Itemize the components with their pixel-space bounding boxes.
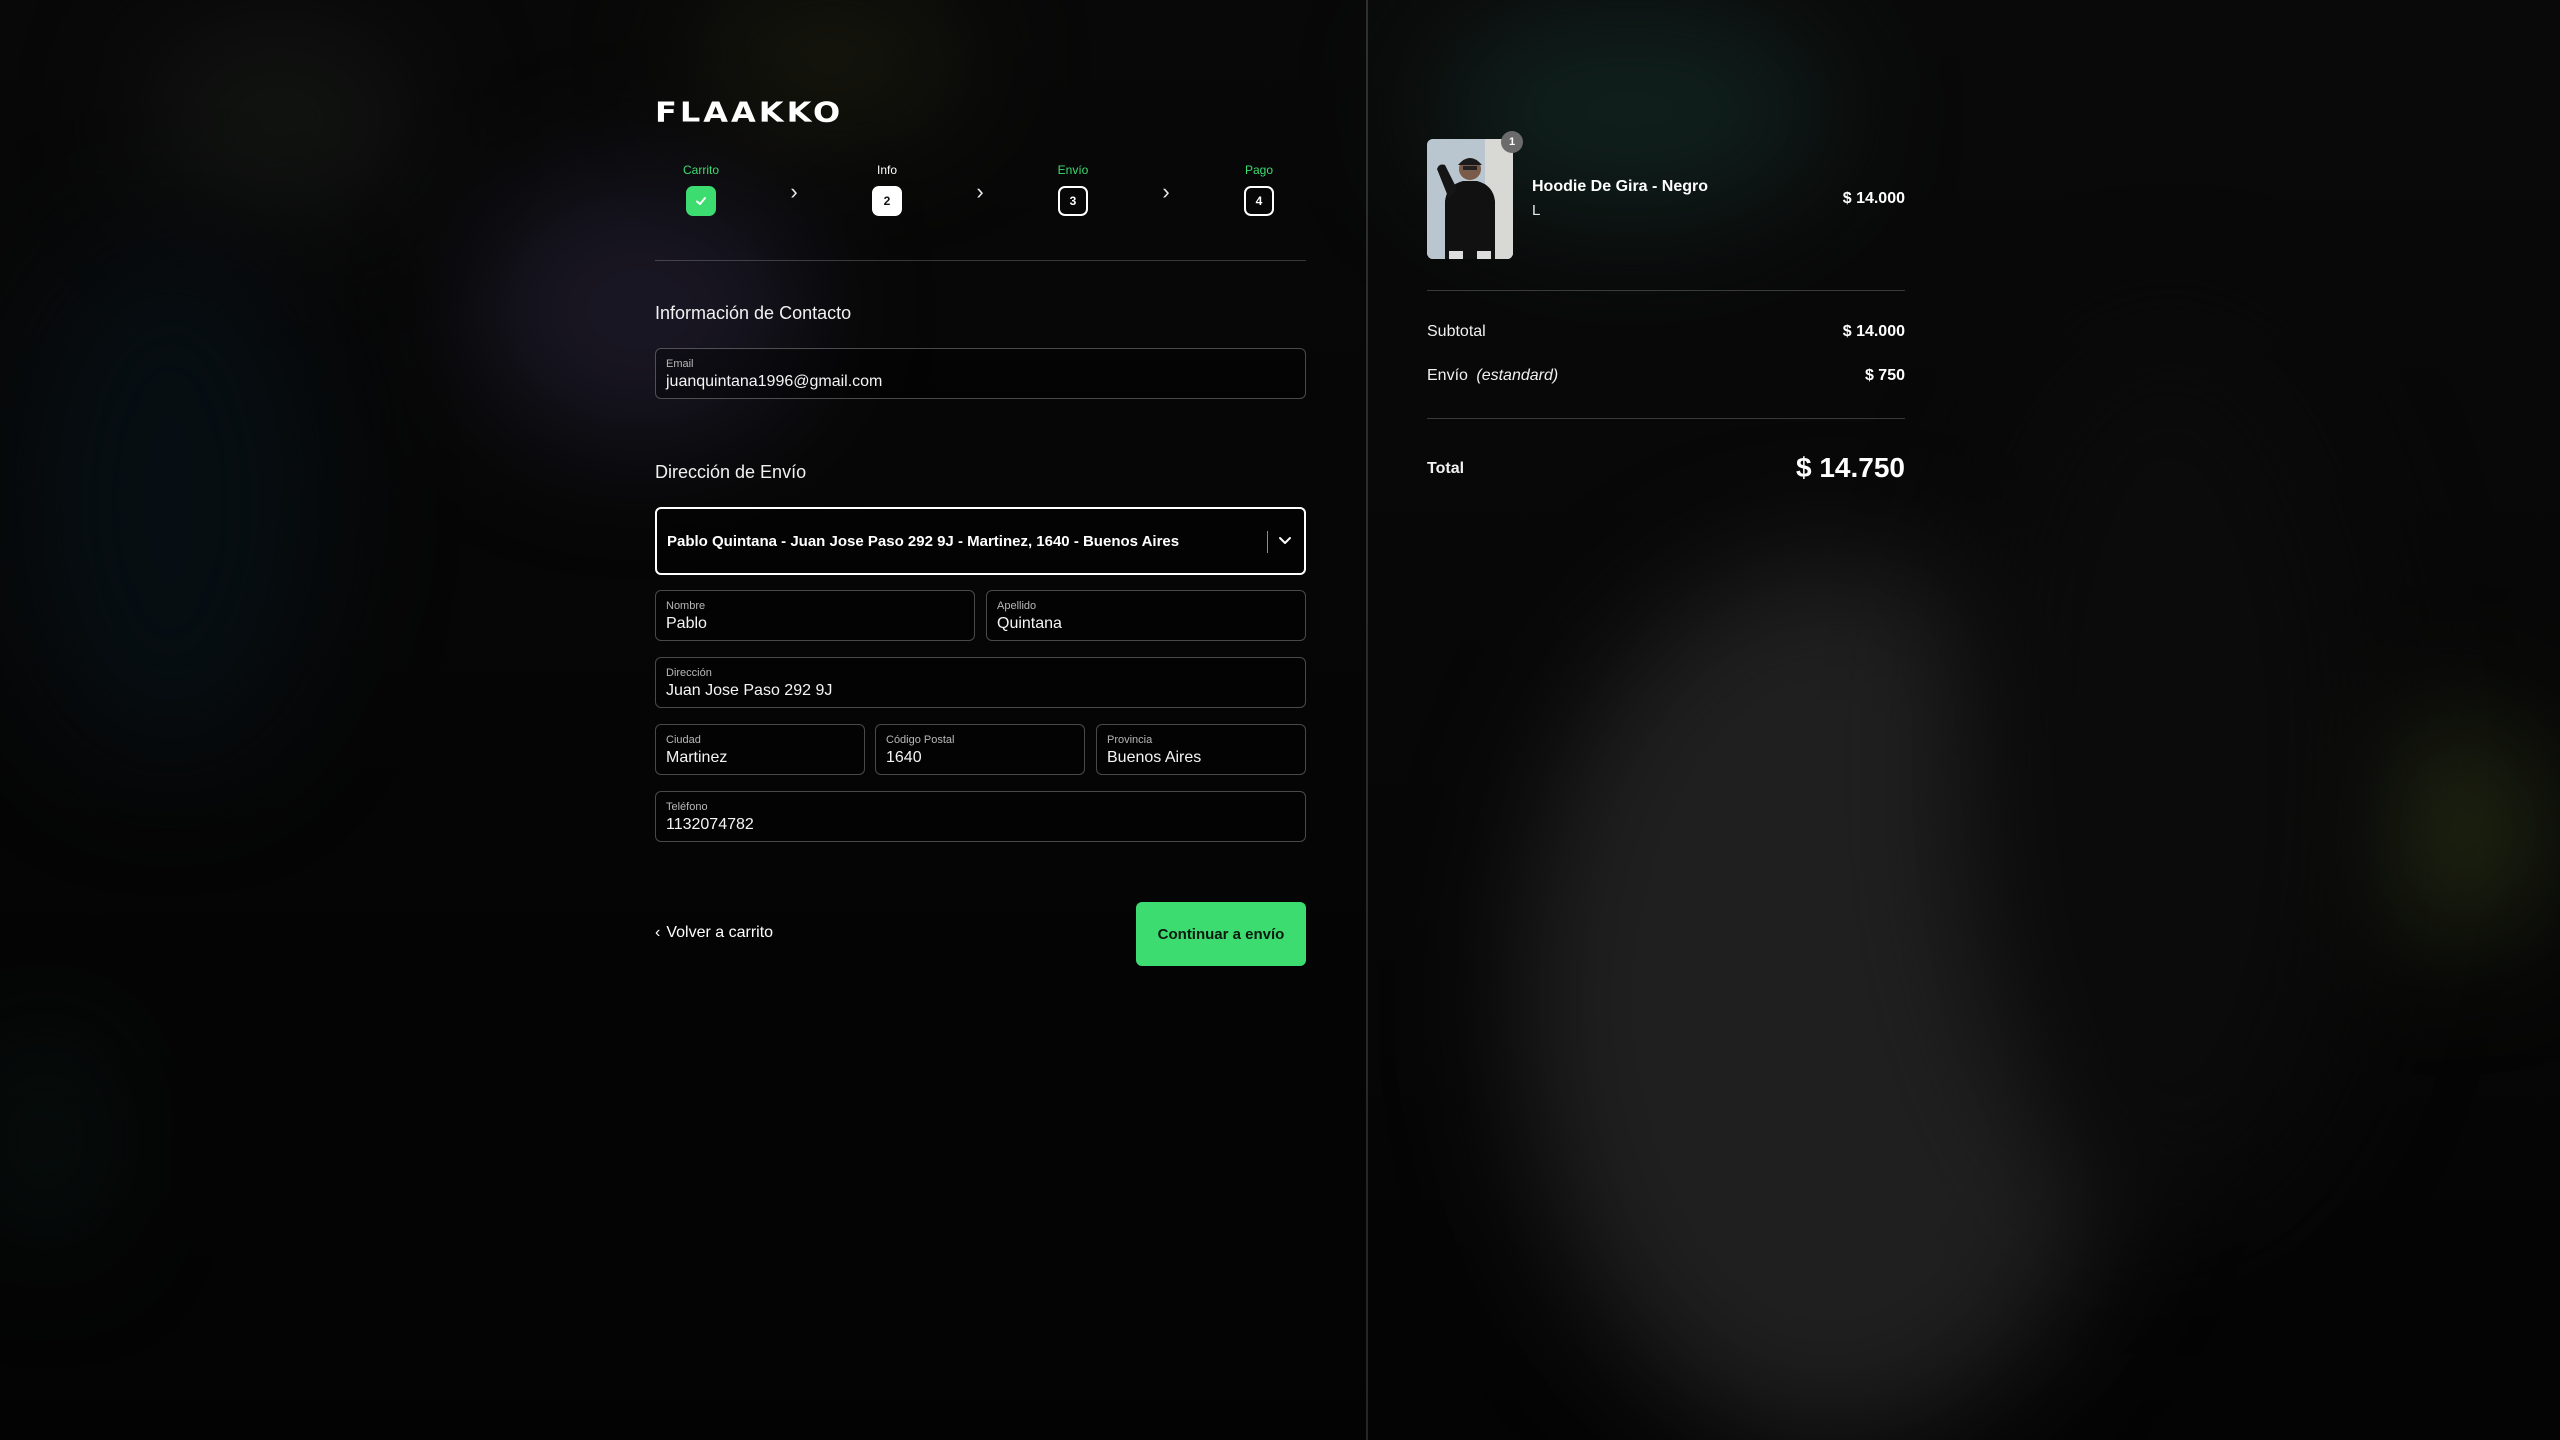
chevron-right-icon: › bbox=[1162, 179, 1170, 204]
shipping-cost-value: $ 750 bbox=[1864, 367, 1905, 384]
address-value: Juan Jose Paso 292 9J bbox=[666, 682, 833, 699]
back-to-cart-label: Volver a carrito bbox=[666, 924, 774, 941]
contact-section-title: Información de Contacto bbox=[655, 303, 852, 323]
chevron-right-icon: › bbox=[790, 179, 798, 204]
total-value: $ 14.750 bbox=[1796, 452, 1905, 483]
brand-logo[interactable]: FLAAKKO bbox=[655, 96, 843, 128]
email-field[interactable]: Email juanquintana1996@gmail.com bbox=[655, 348, 1306, 399]
province-label: Provincia bbox=[1107, 734, 1153, 746]
email-value: juanquintana1996@gmail.com bbox=[666, 373, 883, 390]
continue-to-shipping-button[interactable]: Continuar a envío bbox=[1136, 902, 1306, 966]
province-field[interactable]: Provincia Buenos Aires bbox=[1096, 724, 1306, 775]
subtotal-value: $ 14.000 bbox=[1842, 323, 1905, 340]
step-carrito[interactable]: Carrito bbox=[671, 162, 731, 216]
first-name-label: Nombre bbox=[666, 600, 706, 612]
back-to-cart-link[interactable]: ‹ Volver a carrito bbox=[655, 924, 773, 942]
total-label: Total bbox=[1427, 460, 1465, 477]
step-label: Envío bbox=[1057, 163, 1089, 177]
divider bbox=[655, 260, 1306, 261]
city-field[interactable]: Ciudad Martinez bbox=[655, 724, 865, 775]
chevron-left-icon: ‹ bbox=[655, 924, 661, 941]
shipping-section-title: Dirección de Envío bbox=[655, 462, 807, 482]
order-summary-panel bbox=[1368, 0, 2560, 1440]
first-name-field[interactable]: Nombre Pablo bbox=[655, 590, 975, 641]
product-variant: L bbox=[1532, 202, 1541, 219]
city-label: Ciudad bbox=[666, 734, 701, 746]
divider bbox=[1427, 418, 1905, 419]
subtotal-label: Subtotal bbox=[1427, 323, 1486, 340]
shipping-label-text: Envío bbox=[1427, 367, 1468, 384]
step-label: Pago bbox=[1244, 163, 1274, 177]
checkout-stepper: Carrito › Info 2 › Envío 3 › Pago 4 bbox=[655, 162, 1306, 222]
product-thumbnail bbox=[1427, 139, 1513, 259]
step-number: 2 bbox=[872, 186, 902, 216]
chevron-right-icon: › bbox=[976, 179, 984, 204]
zip-field[interactable]: Código Postal 1640 bbox=[875, 724, 1085, 775]
quantity-badge: 1 bbox=[1501, 131, 1523, 153]
shipping-cost-label: Envío (estandard) bbox=[1427, 367, 1558, 385]
shipping-method: (estandard) bbox=[1476, 367, 1559, 384]
step-label: Info bbox=[876, 163, 897, 177]
zip-value: 1640 bbox=[886, 749, 922, 766]
address-field[interactable]: Dirección Juan Jose Paso 292 9J bbox=[655, 657, 1306, 708]
last-name-label: Apellido bbox=[997, 600, 1037, 612]
check-icon bbox=[686, 186, 716, 216]
product-price: $ 14.000 bbox=[1842, 190, 1905, 207]
address-label: Dirección bbox=[666, 667, 712, 679]
phone-label: Teléfono bbox=[666, 801, 708, 813]
step-info[interactable]: Info 2 bbox=[857, 162, 917, 216]
product-name: Hoodie De Gira - Negro bbox=[1532, 178, 1709, 195]
divider bbox=[1427, 290, 1905, 291]
email-label: Email bbox=[666, 358, 694, 370]
phone-value: 1132074782 bbox=[666, 816, 754, 833]
step-pago[interactable]: Pago 4 bbox=[1229, 162, 1289, 216]
step-number: 4 bbox=[1244, 186, 1274, 216]
chevron-down-icon[interactable] bbox=[1276, 529, 1294, 553]
phone-field[interactable]: Teléfono 1132074782 bbox=[655, 791, 1306, 842]
city-value: Martinez bbox=[666, 749, 728, 766]
select-separator bbox=[1267, 531, 1268, 553]
step-number: 3 bbox=[1058, 186, 1088, 216]
zip-label: Código Postal bbox=[886, 734, 955, 746]
step-label: Carrito bbox=[682, 163, 719, 177]
saved-address-value: Pablo Quintana - Juan Jose Paso 292 9J -… bbox=[667, 533, 1180, 550]
last-name-value: Quintana bbox=[997, 615, 1062, 632]
saved-address-select[interactable]: Pablo Quintana - Juan Jose Paso 292 9J -… bbox=[655, 507, 1306, 575]
province-value: Buenos Aires bbox=[1107, 749, 1202, 766]
last-name-field[interactable]: Apellido Quintana bbox=[986, 590, 1306, 641]
step-envio[interactable]: Envío 3 bbox=[1043, 162, 1103, 216]
first-name-value: Pablo bbox=[666, 615, 707, 632]
